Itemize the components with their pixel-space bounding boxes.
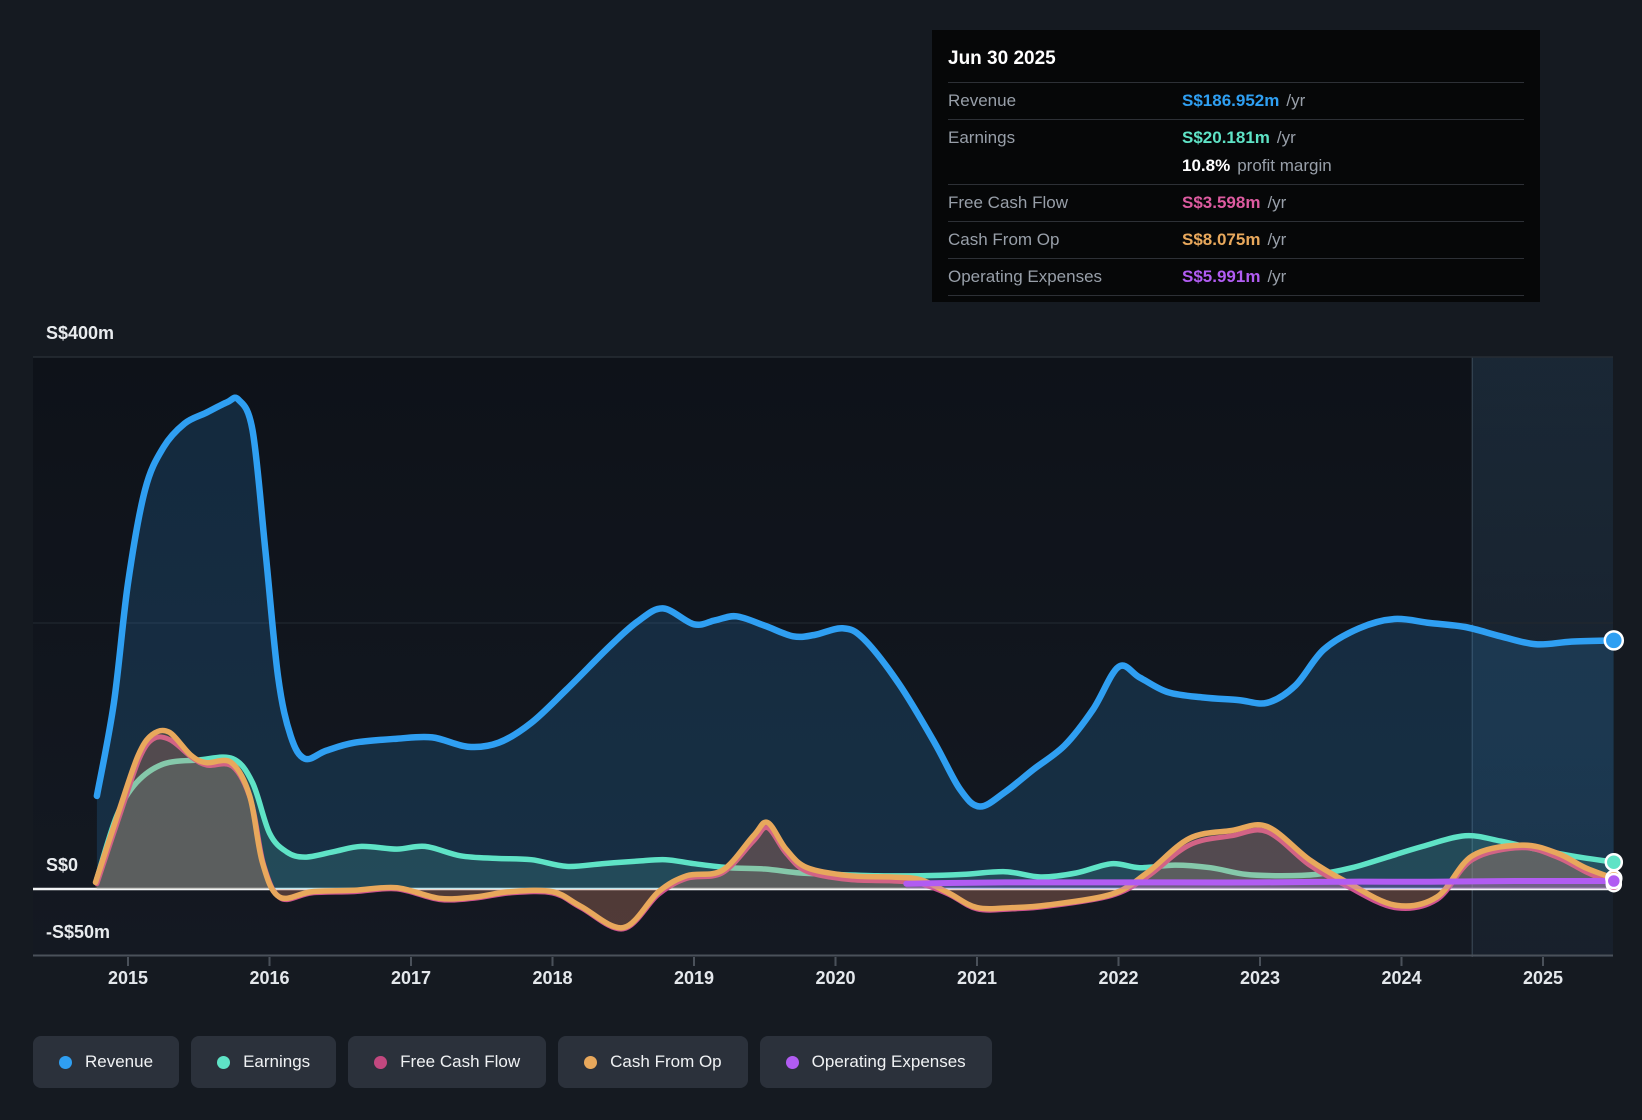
legend-label: Cash From Op — [610, 1052, 722, 1071]
x-axis-label-2020: 2020 — [815, 968, 856, 988]
tooltip-value: S$5.991m — [1182, 267, 1261, 286]
x-axis-label-2019: 2019 — [673, 968, 715, 988]
profit-margin-value: 10.8% — [1182, 156, 1231, 175]
x-axis-label-2024: 2024 — [1381, 968, 1422, 988]
chart-legend: Revenue Earnings Free Cash Flow Cash From O… — [33, 1036, 992, 1088]
x-axis-label-2016: 2016 — [249, 968, 290, 988]
legend-item-operating-expenses[interactable]: Operating Expenses — [759, 1036, 992, 1088]
tooltip-row-operating-expenses: Operating Expenses S$5.991m/yr — [948, 258, 1524, 296]
legend-label: Free Cash Flow — [400, 1052, 521, 1071]
y-axis-label--50: -S$50m — [46, 921, 111, 942]
x-axis-label-2017: 2017 — [390, 968, 432, 988]
tooltip-label: Cash From Op — [948, 230, 1060, 249]
tooltip-value-suffix: /yr — [1267, 267, 1287, 286]
tooltip-row-profit-margin: 10.8% profit margin — [948, 156, 1524, 184]
x-axis-label-2018: 2018 — [532, 968, 573, 988]
tooltip-label: Operating Expenses — [948, 267, 1103, 286]
x-axis-label-2015: 2015 — [107, 968, 149, 988]
legend-item-earnings[interactable]: Earnings — [191, 1036, 337, 1088]
earnings-endpoint-dot — [1604, 852, 1624, 872]
legend-item-free-cash-flow[interactable]: Free Cash Flow — [348, 1036, 547, 1088]
tooltip-label: Revenue — [948, 91, 1017, 110]
tooltip-value-suffix: /yr — [1267, 193, 1287, 212]
x-axis-label-2023: 2023 — [1239, 968, 1281, 988]
tooltip-row-revenue: Revenue S$186.952m/yr — [948, 82, 1524, 119]
tooltip-value-suffix: /yr — [1276, 128, 1296, 147]
revenue-endpoint-dot — [1603, 630, 1625, 651]
profit-margin-text: profit margin — [1237, 156, 1332, 175]
tooltip-row-cash-from-op: Cash From Op S$8.075m/yr — [948, 221, 1524, 258]
y-axis-label-0: S$0 — [46, 855, 79, 875]
tooltip-value: S$186.952m — [1182, 91, 1280, 110]
cash-from-op-series-dot-icon — [584, 1055, 598, 1069]
revenue-series-dot-icon — [59, 1055, 72, 1069]
x-axis-label-2025: 2025 — [1522, 968, 1564, 988]
tooltip-label: Free Cash Flow — [948, 193, 1068, 212]
stock-financials-chart-page: S$400m S$0 -S$50m 2015 2016 2017 2018 2019 2020… — [0, 0, 1642, 1120]
legend-label: Earnings — [243, 1052, 311, 1071]
legend-item-revenue[interactable]: Revenue — [33, 1036, 180, 1088]
tooltip-value: S$8.075m — [1182, 230, 1261, 249]
free-cash-flow-series-dot-icon — [374, 1055, 388, 1069]
tooltip-value: S$3.598m — [1182, 193, 1261, 212]
y-axis-label-400: S$400m — [46, 323, 115, 343]
tooltip-label: Earnings — [948, 128, 1016, 147]
operating-expenses-series-dot-icon — [785, 1055, 799, 1069]
tooltip-value-suffix: /yr — [1267, 230, 1287, 249]
legend-label: Operating Expenses — [811, 1052, 966, 1071]
tooltip-row-free-cash-flow: Free Cash Flow S$3.598m/yr — [948, 184, 1524, 221]
tooltip-row-earnings: Earnings S$20.181m/yr — [948, 119, 1524, 156]
legend-item-cash-from-op[interactable]: Cash From Op — [558, 1036, 748, 1088]
earnings-series-dot-icon — [217, 1055, 231, 1069]
x-axis-label-2021: 2021 — [956, 968, 998, 988]
operating-expenses-endpoint-dot — [1605, 872, 1623, 890]
tooltip-date: Jun 30 2025 — [948, 48, 1056, 69]
chart-tooltip: Jun 30 2025 Revenue S$186.952m/yr Earnings… — [932, 30, 1540, 302]
tooltip-value: S$20.181m — [1182, 128, 1270, 147]
legend-label: Revenue — [85, 1052, 154, 1071]
x-axis-label-2022: 2022 — [1098, 968, 1139, 988]
operating-expenses-line — [903, 877, 1617, 887]
tooltip-value-suffix: /yr — [1286, 91, 1306, 110]
